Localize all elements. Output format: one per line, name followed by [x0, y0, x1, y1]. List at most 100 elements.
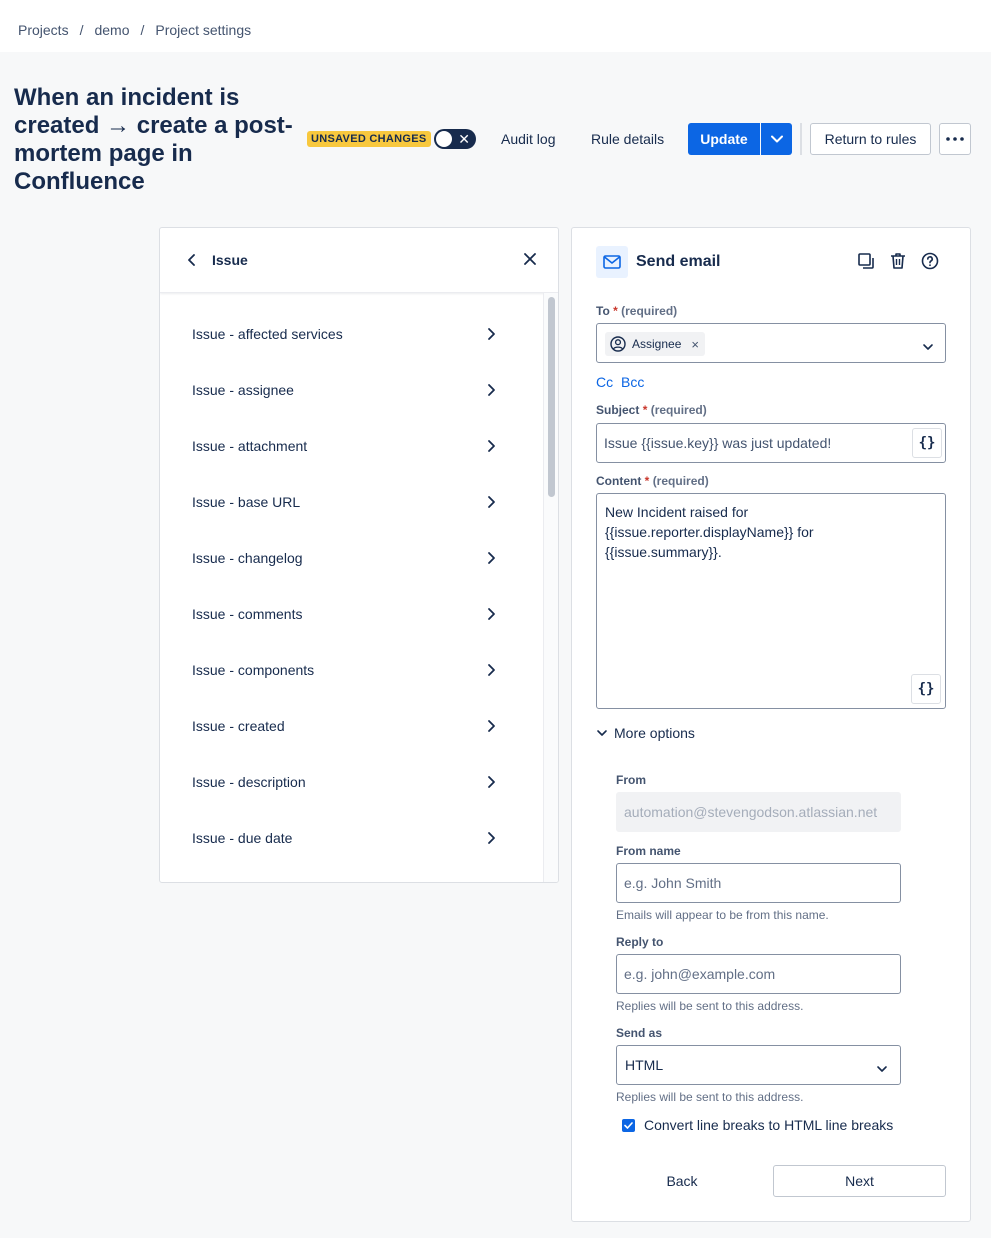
convert-line-breaks-checkbox[interactable]: Convert line breaks to HTML line breaks: [622, 1117, 893, 1133]
list-item[interactable]: Issue - affected services: [160, 306, 544, 362]
breadcrumb-demo[interactable]: demo: [94, 22, 129, 38]
from-name-label: From name: [616, 844, 681, 858]
cc-link[interactable]: Cc: [596, 374, 613, 390]
reply-to-placeholder: e.g. john@example.com: [624, 966, 776, 982]
list-item-label: Issue - description: [192, 774, 306, 790]
smart-value-panel-title: Issue: [212, 252, 248, 268]
reply-to-input[interactable]: e.g. john@example.com: [616, 954, 901, 994]
reply-to-helper: Replies will be sent to this address.: [616, 999, 804, 1013]
toggle-off-icon: ✕: [458, 131, 470, 147]
list-item[interactable]: Issue - attachment: [160, 418, 544, 474]
breadcrumb-projects[interactable]: Projects: [18, 22, 69, 38]
subject-label: Subject * (required): [596, 403, 707, 417]
list-item-label: Issue - assignee: [192, 382, 294, 398]
list-item-label: Issue - created: [192, 718, 285, 734]
smart-value-panel-header: Issue: [160, 228, 558, 293]
chevron-down-icon: [597, 730, 607, 736]
list-item-label: Issue - affected services: [192, 326, 343, 342]
list-item[interactable]: Issue - comments: [160, 586, 544, 642]
toggle-knob: [436, 131, 452, 147]
recipient-chip-label: Assignee: [632, 337, 682, 351]
to-label-text: To: [596, 304, 610, 318]
return-to-rules-button[interactable]: Return to rules: [810, 123, 931, 155]
smart-value-panel: Issue Issue - affected services Issue - a…: [159, 227, 559, 883]
update-button[interactable]: Update: [688, 123, 760, 155]
chevron-right-icon: [488, 496, 495, 508]
chevron-right-icon: [488, 664, 495, 676]
subject-value: Issue {{issue.key}} was just updated!: [604, 435, 832, 451]
chevron-right-icon: [488, 440, 495, 452]
smart-value-button[interactable]: {}: [911, 674, 941, 704]
delete-icon[interactable]: [889, 252, 907, 273]
required-hint: (required): [652, 474, 709, 488]
required-hint: (required): [621, 304, 678, 318]
list-item-label: Issue - base URL: [192, 494, 301, 510]
rule-enabled-toggle[interactable]: ✕: [434, 129, 476, 149]
breadcrumb: Projects / demo / Project settings: [18, 22, 251, 38]
scrollbar[interactable]: [543, 293, 558, 882]
chevron-right-icon: [488, 776, 495, 788]
breadcrumb-separator: /: [79, 22, 84, 38]
convert-line-breaks-label: Convert line breaks to HTML line breaks: [644, 1117, 894, 1133]
list-item[interactable]: Issue - components: [160, 642, 544, 698]
back-button[interactable]: Back: [652, 1165, 712, 1197]
content-label-text: Content: [596, 474, 642, 488]
list-item-label: Issue - comments: [192, 606, 303, 622]
recipient-chip: Assignee ×: [605, 332, 705, 356]
list-item[interactable]: Issue - description: [160, 754, 544, 810]
chevron-right-icon: [488, 384, 495, 396]
list-item-label: Issue - components: [192, 662, 315, 678]
back-icon[interactable]: [184, 252, 200, 271]
more-actions-button[interactable]: [939, 123, 971, 155]
list-item[interactable]: Issue - created: [160, 698, 544, 754]
to-field[interactable]: Assignee ×: [596, 323, 946, 363]
audit-log-button[interactable]: Audit log: [501, 129, 555, 149]
panel-title: Send email: [636, 253, 721, 270]
email-icon: [596, 246, 628, 278]
list-item-label: Issue - due date: [192, 830, 293, 846]
required-marker: *: [642, 403, 648, 417]
list-item[interactable]: Issue - changelog: [160, 530, 544, 586]
from-field: automation@stevengodson.atlassian.net: [616, 792, 901, 832]
from-name-input[interactable]: e.g. John Smith: [616, 863, 901, 903]
scrollbar-thumb[interactable]: [548, 297, 555, 497]
chevron-right-icon: [488, 328, 495, 340]
smart-value-button[interactable]: {}: [912, 428, 942, 458]
content-textarea[interactable]: New Incident raised for {{issue.reporter…: [596, 493, 946, 709]
list-item-label: Issue - changelog: [192, 550, 303, 566]
checkbox-checked-icon[interactable]: [622, 1118, 635, 1132]
subject-field[interactable]: Issue {{issue.key}} was just updated! {}: [596, 423, 946, 463]
header-divider: [800, 123, 802, 155]
chevron-right-icon: [488, 832, 495, 844]
more-options-label: More options: [614, 725, 695, 741]
remove-recipient-button[interactable]: ×: [691, 337, 699, 352]
bcc-link[interactable]: Bcc: [621, 374, 644, 390]
more-options-toggle[interactable]: More options: [596, 725, 695, 741]
send-as-label: Send as: [616, 1026, 663, 1040]
ellipsis-icon: [946, 137, 964, 141]
update-dropdown-button[interactable]: [761, 123, 792, 155]
smart-value-list: Issue - affected services Issue - assigne…: [160, 306, 544, 866]
send-as-helper: Replies will be sent to this address.: [616, 1090, 804, 1104]
list-item[interactable]: Issue - due date: [160, 810, 544, 866]
list-item[interactable]: Issue - assignee: [160, 362, 544, 418]
list-item[interactable]: Issue - base URL: [160, 474, 544, 530]
content-label: Content * (required): [596, 474, 709, 488]
status-badge: UNSAVED CHANGES: [307, 131, 431, 147]
send-as-select[interactable]: HTML: [616, 1045, 901, 1085]
rule-details-button[interactable]: Rule details: [591, 129, 664, 149]
chevron-down-icon: [876, 1060, 888, 1076]
required-marker: *: [613, 304, 618, 318]
user-avatar-icon: [610, 336, 626, 352]
breadcrumb-project-settings[interactable]: Project settings: [155, 22, 251, 38]
duplicate-icon[interactable]: [857, 252, 875, 273]
reply-to-label: Reply to: [616, 935, 664, 949]
subject-label-text: Subject: [596, 403, 640, 417]
next-button[interactable]: Next: [773, 1165, 946, 1197]
help-icon[interactable]: [921, 252, 939, 273]
page-title: When an incident is created → create a p…: [14, 84, 293, 195]
from-name-placeholder: e.g. John Smith: [624, 875, 722, 891]
chevron-right-icon: [488, 608, 495, 620]
required-hint: (required): [650, 403, 707, 417]
close-icon[interactable]: [522, 251, 538, 270]
